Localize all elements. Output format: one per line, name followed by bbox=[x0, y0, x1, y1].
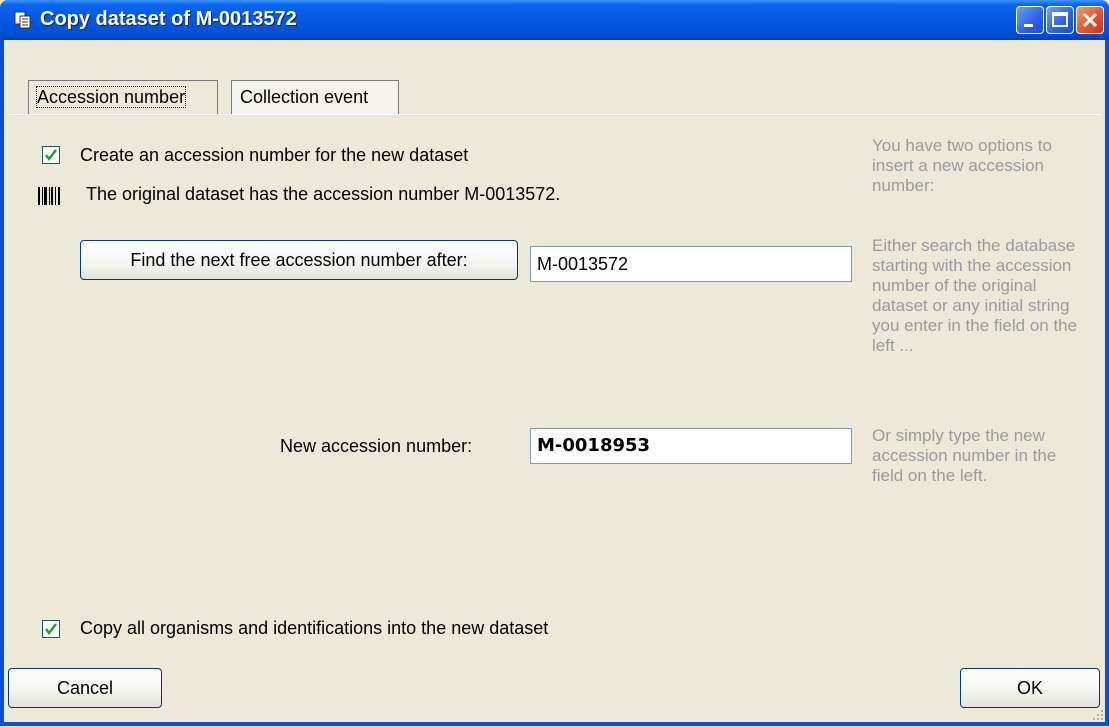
copy-all-checkbox[interactable] bbox=[42, 620, 60, 638]
tab-label: Accession number bbox=[35, 86, 187, 108]
dialog-window: Copy dataset of M-0013572 Accession numb… bbox=[0, 0, 1109, 726]
maximize-icon bbox=[1052, 12, 1068, 27]
minimize-button[interactable] bbox=[1016, 6, 1044, 34]
copy-icon bbox=[14, 11, 32, 29]
cancel-button[interactable]: Cancel bbox=[8, 668, 162, 708]
new-accession-input[interactable]: M-0018953 bbox=[530, 428, 852, 464]
checkmark-icon bbox=[45, 623, 57, 636]
window-title: Copy dataset of M-0013572 bbox=[40, 8, 297, 30]
maximize-button[interactable] bbox=[1046, 6, 1074, 34]
resize-grip-icon[interactable] bbox=[1091, 708, 1105, 722]
find-next-free-button[interactable]: Find the next free accession number afte… bbox=[80, 240, 518, 280]
help-option-type: Or simply type the new accession number … bbox=[872, 426, 1057, 485]
ok-button[interactable]: OK bbox=[960, 668, 1100, 708]
checkmark-icon bbox=[45, 149, 57, 162]
close-icon bbox=[1082, 12, 1098, 28]
new-accession-label: New accession number: bbox=[280, 436, 473, 456]
close-button[interactable] bbox=[1076, 6, 1104, 34]
find-start-input[interactable]: M-0013572 bbox=[530, 246, 852, 282]
copy-all-label: Copy all organisms and identifications i… bbox=[80, 618, 549, 638]
title-bar[interactable]: Copy dataset of M-0013572 bbox=[0, 0, 1109, 40]
tab-label: Collection event bbox=[240, 87, 369, 107]
minimize-icon bbox=[1024, 24, 1033, 27]
create-accession-checkbox[interactable] bbox=[42, 146, 60, 164]
tab-collection-event[interactable]: Collection event bbox=[231, 80, 399, 114]
dialog-body: Accession number Collection event Create… bbox=[4, 40, 1105, 722]
barcode-icon bbox=[38, 186, 68, 205]
create-accession-label: Create an accession number for the new d… bbox=[80, 145, 469, 165]
tab-divider bbox=[8, 114, 1101, 115]
help-intro: You have two options to insert a new acc… bbox=[872, 136, 1052, 195]
help-option-search: Either search the database starting with… bbox=[872, 236, 1078, 355]
tab-accession-number[interactable]: Accession number bbox=[28, 80, 218, 114]
original-accession-info: The original dataset has the accession n… bbox=[86, 184, 561, 204]
